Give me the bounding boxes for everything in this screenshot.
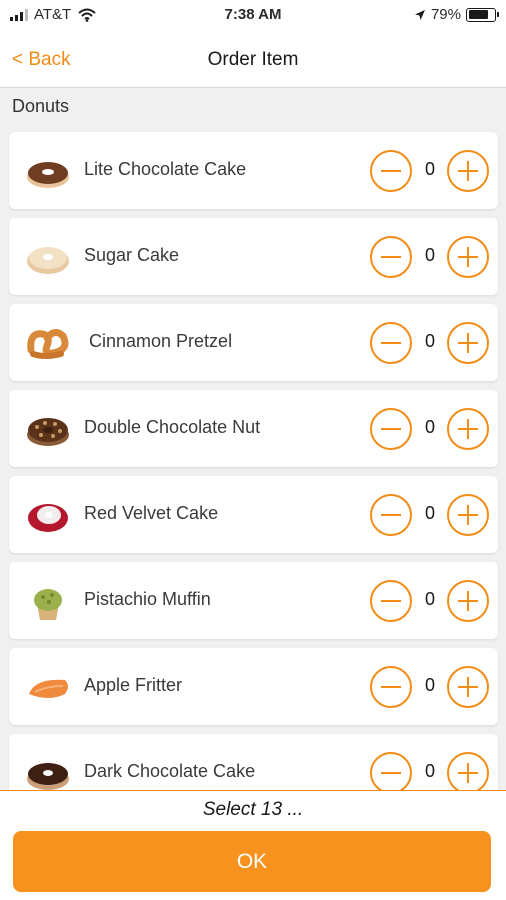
location-arrow-icon [414, 9, 425, 20]
list-item: Apple Fritter 0 [9, 648, 498, 725]
list-item: Lite Chocolate Cake 0 [9, 132, 498, 209]
increase-button[interactable] [447, 150, 489, 192]
decrease-button[interactable] [370, 322, 412, 364]
decrease-button[interactable] [370, 150, 412, 192]
item-name: Dark Chocolate Cake [84, 761, 256, 781]
increase-button[interactable] [447, 666, 489, 708]
quantity-value: 0 [424, 589, 435, 609]
decrease-button[interactable] [370, 666, 412, 708]
item-name: Red Velvet Cake [84, 503, 219, 523]
battery-icon [466, 7, 499, 22]
list-item: Sugar Cake 0 [9, 218, 498, 295]
pretzel-icon [27, 329, 69, 359]
page-title: Order Item [207, 49, 299, 70]
increase-button[interactable] [447, 408, 489, 450]
status-bar: AT&T 7:38 AM 79% [0, 0, 506, 30]
increase-button[interactable] [447, 494, 489, 536]
fritter-icon [29, 679, 68, 698]
quantity-value: 0 [424, 245, 435, 265]
ok-button[interactable]: OK [13, 831, 491, 892]
decrease-button[interactable] [370, 752, 412, 794]
navigation-bar: < Back Order Item [0, 30, 506, 88]
increase-button[interactable] [447, 752, 489, 794]
battery-fill [468, 10, 489, 19]
chocolate-donut-icon [27, 162, 69, 188]
quantity-value: 0 [424, 417, 435, 437]
item-name: Pistachio Muffin [84, 589, 211, 609]
list-item: Pistachio Muffin 0 [9, 562, 498, 639]
increase-button[interactable] [447, 236, 489, 278]
quantity-value: 0 [424, 761, 435, 781]
list-item: Red Velvet Cake 0 [9, 476, 498, 553]
nut-donut-icon [27, 418, 69, 446]
item-name: Sugar Cake [84, 245, 180, 265]
item-name: Double Chocolate Nut [84, 417, 261, 437]
red-velvet-donut-icon [28, 504, 68, 532]
increase-button[interactable] [447, 322, 489, 364]
decrease-button[interactable] [370, 236, 412, 278]
quantity-value: 0 [424, 159, 435, 179]
battery-percent: 79% [430, 6, 461, 23]
decrease-button[interactable] [370, 580, 412, 622]
selection-hint: Select 13 ... [202, 799, 304, 820]
item-name: Lite Chocolate Cake [84, 159, 247, 179]
decrease-button[interactable] [370, 494, 412, 536]
quantity-value: 0 [424, 331, 435, 351]
section-header: Donuts [12, 96, 70, 116]
list-item: Double Chocolate Nut 0 [9, 390, 498, 467]
list-item: Cinnamon Pretzel 0 [9, 304, 498, 381]
increase-button[interactable] [447, 580, 489, 622]
status-right: 79% [414, 6, 499, 23]
footer-panel: Select 13 ... OK [0, 790, 506, 900]
decrease-button[interactable] [370, 408, 412, 450]
item-name: Cinnamon Pretzel [84, 331, 233, 351]
quantity-value: 0 [424, 503, 435, 523]
item-name: Apple Fritter [84, 675, 183, 695]
muffin-icon [34, 589, 62, 620]
sugar-donut-icon [27, 247, 69, 274]
dark-chocolate-donut-icon [27, 763, 69, 790]
quantity-value: 0 [424, 675, 435, 695]
